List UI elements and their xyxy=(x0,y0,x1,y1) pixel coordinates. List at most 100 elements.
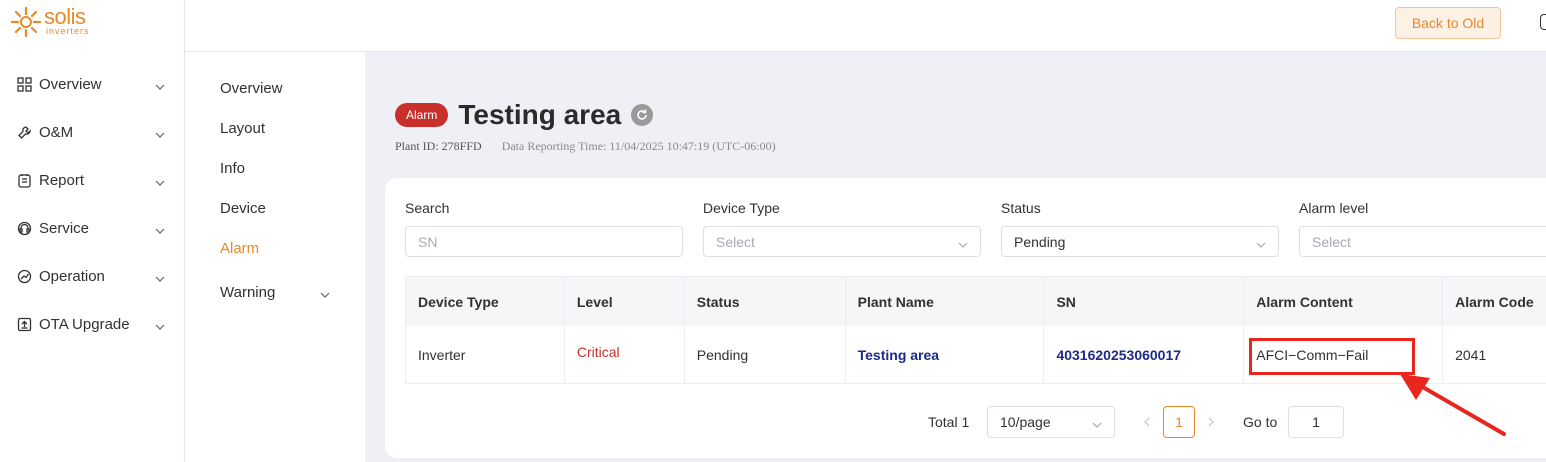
page-header: Alarm Testing area xyxy=(395,99,654,131)
subnav-item-label: Info xyxy=(220,159,246,177)
column-header: Plant Name xyxy=(846,277,1045,326)
prev-page-icon[interactable] xyxy=(1142,414,1152,430)
page-size-value: 10/page xyxy=(1000,414,1051,430)
device-type-label: Device Type xyxy=(703,200,780,216)
nav-item-label: Report xyxy=(39,171,85,189)
alarm-level-label: Alarm level xyxy=(1299,200,1369,216)
pagination: Total 1 10/page 1 Go to 1 xyxy=(385,406,1546,438)
sidebar: solis inverters Overview O&M Report Serv… xyxy=(0,0,185,462)
plant-meta: Plant ID: 278FFD Data Reporting Time: 11… xyxy=(395,139,776,154)
subnav-item-label: Warning xyxy=(220,283,276,301)
nav-item-label: Service xyxy=(39,219,90,237)
device-type-cell: Inverter xyxy=(406,326,565,383)
sn-link[interactable]: 4031620253060017 xyxy=(1056,347,1181,363)
subnav-item-label: Overview xyxy=(220,79,283,97)
status-cell: Pending xyxy=(685,326,846,383)
status-select[interactable]: Pending xyxy=(1001,226,1279,257)
nav-item-label: Overview xyxy=(39,75,102,93)
subnav-item-layout[interactable]: Layout xyxy=(185,108,365,148)
subnav-item-alarm[interactable]: Alarm xyxy=(185,228,365,268)
nav-item-ota-upgrade[interactable]: OTA Upgrade xyxy=(0,300,185,348)
level-cell: Critical xyxy=(565,326,685,383)
refresh-icon[interactable] xyxy=(631,104,654,126)
alarm-level-filter: Alarm level Select xyxy=(1299,200,1546,257)
search-input[interactable]: SN xyxy=(405,226,683,257)
data-reporting-time: Data Reporting Time: 11/04/2025 10:47:19… xyxy=(501,139,776,153)
search-label: Search xyxy=(405,200,450,216)
main-content: Alarm Testing area Plant ID: 278FFD Data… xyxy=(365,52,1546,462)
chevron-down-icon xyxy=(155,271,165,282)
sn-cell: 4031620253060017 xyxy=(1044,326,1245,383)
upload-icon xyxy=(16,316,32,332)
goto-label: Go to xyxy=(1243,414,1278,430)
search-filter: Search SN xyxy=(405,200,683,257)
solis-logo[interactable]: solis inverters xyxy=(10,6,90,38)
brand-sub: inverters xyxy=(46,26,90,36)
chevron-down-icon xyxy=(155,175,165,186)
chevron-down-icon xyxy=(1092,417,1102,428)
device-type-select[interactable]: Select xyxy=(703,226,981,257)
nav-item-label: Operation xyxy=(39,267,105,285)
chevron-down-icon xyxy=(155,319,165,330)
plant-id: Plant ID: 278FFD xyxy=(395,139,482,153)
column-header: Device Type xyxy=(406,277,565,326)
annotation-arrow-icon xyxy=(1400,374,1506,436)
column-header: SN xyxy=(1044,277,1245,326)
critical-level: Critical xyxy=(576,343,620,360)
goto-page-input[interactable]: 1 xyxy=(1288,406,1344,438)
chevron-down-icon xyxy=(958,237,968,248)
status-label: Status xyxy=(1001,200,1041,216)
back-to-old-button[interactable]: Back to Old xyxy=(1395,7,1501,39)
column-header: Status xyxy=(685,277,846,326)
chevron-down-icon xyxy=(155,79,165,90)
next-page-icon[interactable] xyxy=(1206,414,1216,430)
status-filter: Status Pending xyxy=(1001,200,1279,257)
total-count: Total 1 xyxy=(928,414,970,430)
alarm-card: Search SN Device Type Select Status Pend… xyxy=(385,178,1546,458)
device-type-placeholder: Select xyxy=(716,233,755,250)
nav-item-overview[interactable]: Overview xyxy=(0,60,185,108)
chevron-down-icon xyxy=(1256,237,1266,248)
subnav-item-label: Alarm xyxy=(220,239,260,257)
plant-name-cell: Testing area xyxy=(846,326,1045,383)
nav-item-report[interactable]: Report xyxy=(0,156,185,204)
panel-edge-icon[interactable] xyxy=(1540,14,1546,30)
alarm-level-select[interactable]: Select xyxy=(1299,226,1546,257)
chevron-down-icon xyxy=(155,223,165,234)
report-icon xyxy=(16,172,32,188)
table-header: Device Type Level Status Plant Name SN A… xyxy=(406,277,1546,326)
subnav-item-device[interactable]: Device xyxy=(185,188,365,228)
nav-item-operation[interactable]: Operation xyxy=(0,252,185,300)
headset-icon xyxy=(16,220,32,236)
nav-item-om[interactable]: O&M xyxy=(0,108,185,156)
subnav-item-label: Device xyxy=(220,199,266,217)
device-type-filter: Device Type Select xyxy=(703,200,981,257)
subnav-item-label: Layout xyxy=(220,119,266,137)
column-header: Alarm Code xyxy=(1455,293,1534,310)
nav-item-service[interactable]: Service xyxy=(0,204,185,252)
alarm-level-placeholder: Select xyxy=(1312,233,1351,250)
chevron-down-icon xyxy=(320,287,330,298)
status-value: Pending xyxy=(1014,233,1066,250)
subnav-item-warning[interactable]: Warning xyxy=(185,272,365,312)
subnav-item-overview[interactable]: Overview xyxy=(185,68,365,108)
subnav-item-info[interactable]: Info xyxy=(185,148,365,188)
top-bar: Back to Old xyxy=(185,0,1546,52)
alarm-status-badge: Alarm xyxy=(395,103,449,127)
column-header: Alarm Content xyxy=(1244,277,1444,326)
nav-item-label: OTA Upgrade xyxy=(39,315,130,333)
plant-name-link[interactable]: Testing area xyxy=(858,347,939,363)
column-header: Level xyxy=(565,277,685,326)
wrench-icon xyxy=(16,124,32,140)
brand-name: solis xyxy=(44,4,86,29)
page-size-select[interactable]: 10/page xyxy=(987,406,1115,438)
gauge-icon xyxy=(16,268,32,284)
search-placeholder: SN xyxy=(418,233,438,250)
page-title: Testing area xyxy=(458,99,622,130)
chevron-down-icon xyxy=(155,127,165,138)
grid-icon xyxy=(16,76,32,92)
sun-logo-icon xyxy=(10,6,42,38)
plant-subnav: Overview Layout Info Device Alarm Warnin… xyxy=(185,52,365,462)
page-button-current[interactable]: 1 xyxy=(1163,406,1195,438)
nav-item-label: O&M xyxy=(39,123,74,141)
